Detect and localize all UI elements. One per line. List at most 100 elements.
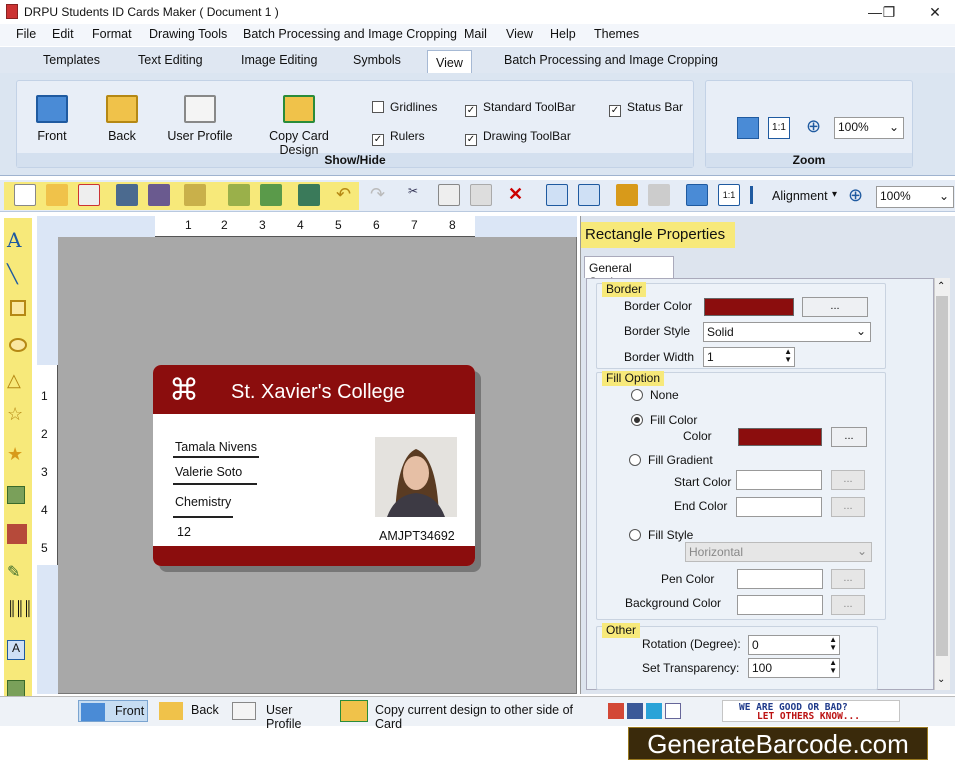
delete-icon[interactable]: ✕ xyxy=(508,184,530,206)
status-front-button[interactable]: Front xyxy=(78,700,148,722)
end-color-button[interactable]: ... xyxy=(831,497,865,517)
student-photo[interactable] xyxy=(375,437,457,517)
border-style-select[interactable]: Solid ⌄ xyxy=(703,322,871,342)
watermark-tool-icon[interactable]: A xyxy=(7,640,25,660)
alignment-dropdown[interactable]: Alignment xyxy=(772,189,828,203)
redo-icon[interactable]: ↷ xyxy=(370,184,392,206)
tab-templates[interactable]: Templates xyxy=(43,53,100,67)
id-card[interactable]: ⌘ St. Xavier's College Tamala Nivens Val… xyxy=(153,365,475,566)
paste-icon[interactable] xyxy=(470,184,492,206)
tab-batch-processing[interactable]: Batch Processing and Image Cropping xyxy=(504,53,718,67)
actual-size-icon[interactable]: 1:1 xyxy=(718,184,740,206)
status-back-button[interactable]: Back xyxy=(157,700,221,722)
background-color-swatch[interactable] xyxy=(737,595,823,615)
zoom-in-icon[interactable]: ⊕ xyxy=(806,116,828,138)
share-icon[interactable] xyxy=(665,703,681,719)
facebook-icon[interactable] xyxy=(627,703,643,719)
bring-front-icon[interactable] xyxy=(546,184,568,206)
copy-icon[interactable] xyxy=(438,184,460,206)
standard-toolbar-checkbox[interactable]: ✓ Standard ToolBar xyxy=(465,100,576,117)
send-back-icon[interactable] xyxy=(578,184,600,206)
shapes-tool-icon[interactable]: ★ xyxy=(7,444,29,466)
tab-symbols[interactable]: Symbols xyxy=(353,53,401,67)
gridlines-checkbox[interactable]: Gridlines xyxy=(372,100,437,114)
border-width-input[interactable]: 1 ▲ ▼ xyxy=(703,347,795,367)
tab-text-editing[interactable]: Text Editing xyxy=(138,53,203,67)
close-button[interactable]: ✕ xyxy=(920,2,950,22)
menu-format[interactable]: Format xyxy=(92,27,132,41)
fill-style-radio[interactable] xyxy=(629,529,641,541)
fill-color-swatch[interactable] xyxy=(738,428,822,446)
star-tool-icon[interactable]: ☆ xyxy=(7,404,29,426)
library-tool-icon[interactable] xyxy=(7,524,27,544)
spinner-icon[interactable]: ▲ ▼ xyxy=(829,636,837,652)
scrollbar-thumb[interactable] xyxy=(936,296,948,656)
start-color-swatch[interactable] xyxy=(736,470,822,490)
maximize-button[interactable]: ❐ xyxy=(874,2,904,22)
feedback-banner[interactable]: WE ARE GOOD OR BAD? LET OTHERS KNOW... xyxy=(722,700,900,722)
image-icon[interactable] xyxy=(260,184,282,206)
tab-view[interactable]: View xyxy=(427,50,472,74)
background-color-button[interactable]: ... xyxy=(831,595,865,615)
border-color-button[interactable]: ... xyxy=(802,297,868,317)
save-as-icon[interactable] xyxy=(148,184,170,206)
fill-style-select[interactable]: Horizontal ⌄ xyxy=(685,542,872,562)
end-color-swatch[interactable] xyxy=(736,497,822,517)
college-name[interactable]: St. Xavier's College xyxy=(231,381,405,404)
transparency-input[interactable]: 100 ▲ ▼ xyxy=(748,658,840,678)
menu-batch-processing[interactable]: Batch Processing and Image Cropping xyxy=(243,27,457,41)
fill-none-radio[interactable] xyxy=(631,389,643,401)
actual-size-icon[interactable]: 1:1 xyxy=(768,117,790,139)
rectangle-tool-icon[interactable] xyxy=(10,300,26,316)
pen-color-button[interactable]: ... xyxy=(831,569,865,589)
front-button[interactable]: Front xyxy=(30,95,74,143)
new-icon[interactable] xyxy=(14,184,36,206)
rotation-input[interactable]: 0 ▲ ▼ xyxy=(748,635,840,655)
cut-icon[interactable]: ✂ xyxy=(408,184,430,206)
lock-icon[interactable] xyxy=(616,184,638,206)
menu-view[interactable]: View xyxy=(506,27,533,41)
export-icon[interactable] xyxy=(184,184,206,206)
fit-page-icon[interactable] xyxy=(686,184,708,206)
menu-drawing-tools[interactable]: Drawing Tools xyxy=(149,27,227,41)
close-document-icon[interactable] xyxy=(78,184,100,206)
ellipse-tool-icon[interactable] xyxy=(9,338,27,352)
fill-color-radio[interactable] xyxy=(631,414,643,426)
fill-gradient-radio[interactable] xyxy=(629,454,641,466)
fill-color-button[interactable]: ... xyxy=(831,427,867,447)
undo-icon[interactable]: ↶ xyxy=(336,184,358,206)
back-button[interactable]: Back xyxy=(100,95,144,143)
parent-name[interactable]: Valerie Soto xyxy=(175,465,242,479)
menu-help[interactable]: Help xyxy=(550,27,576,41)
image-tool-icon[interactable] xyxy=(7,486,25,504)
menu-edit[interactable]: Edit xyxy=(52,27,74,41)
toolbar-zoom-select[interactable]: 100% ⌄ xyxy=(876,186,954,208)
status-copy-design-button[interactable]: Copy current design to other side of Car… xyxy=(340,700,596,731)
user-profile-button[interactable]: User Profile xyxy=(166,95,234,143)
text-tool-icon[interactable]: A xyxy=(7,228,29,252)
roll-number[interactable]: 12 xyxy=(177,525,191,539)
import-icon[interactable] xyxy=(228,184,250,206)
save-icon[interactable] xyxy=(116,184,138,206)
status-user-profile-button[interactable]: User Profile xyxy=(232,700,328,731)
fit-page-icon[interactable] xyxy=(737,117,759,139)
student-id[interactable]: AMJPT34692 xyxy=(379,529,455,543)
spinner-icon[interactable]: ▲ ▼ xyxy=(784,348,792,364)
google-plus-icon[interactable] xyxy=(608,703,624,719)
twitter-icon[interactable] xyxy=(646,703,662,719)
zoom-in-icon[interactable]: ⊕ xyxy=(848,185,863,206)
start-color-button[interactable]: ... xyxy=(831,470,865,490)
tab-general-settings[interactable]: General Settings xyxy=(584,256,674,289)
drawing-toolbar-checkbox[interactable]: ✓ Drawing ToolBar xyxy=(465,129,571,146)
signature-tool-icon[interactable]: ✎ xyxy=(7,562,29,584)
barcode-tool-icon[interactable]: ║║║ xyxy=(7,600,33,622)
menu-themes[interactable]: Themes xyxy=(594,27,639,41)
zoom-select[interactable]: 100% ⌄ xyxy=(834,117,904,139)
triangle-tool-icon[interactable]: △ xyxy=(7,370,29,392)
unlock-icon[interactable] xyxy=(648,184,670,206)
status-bar-checkbox[interactable]: ✓ Status Bar xyxy=(609,100,683,117)
student-name[interactable]: Tamala Nivens xyxy=(175,440,257,454)
menu-mail[interactable]: Mail xyxy=(464,27,487,41)
tab-image-editing[interactable]: Image Editing xyxy=(241,53,317,67)
copy-card-design-button[interactable]: Copy Card Design xyxy=(250,95,348,157)
